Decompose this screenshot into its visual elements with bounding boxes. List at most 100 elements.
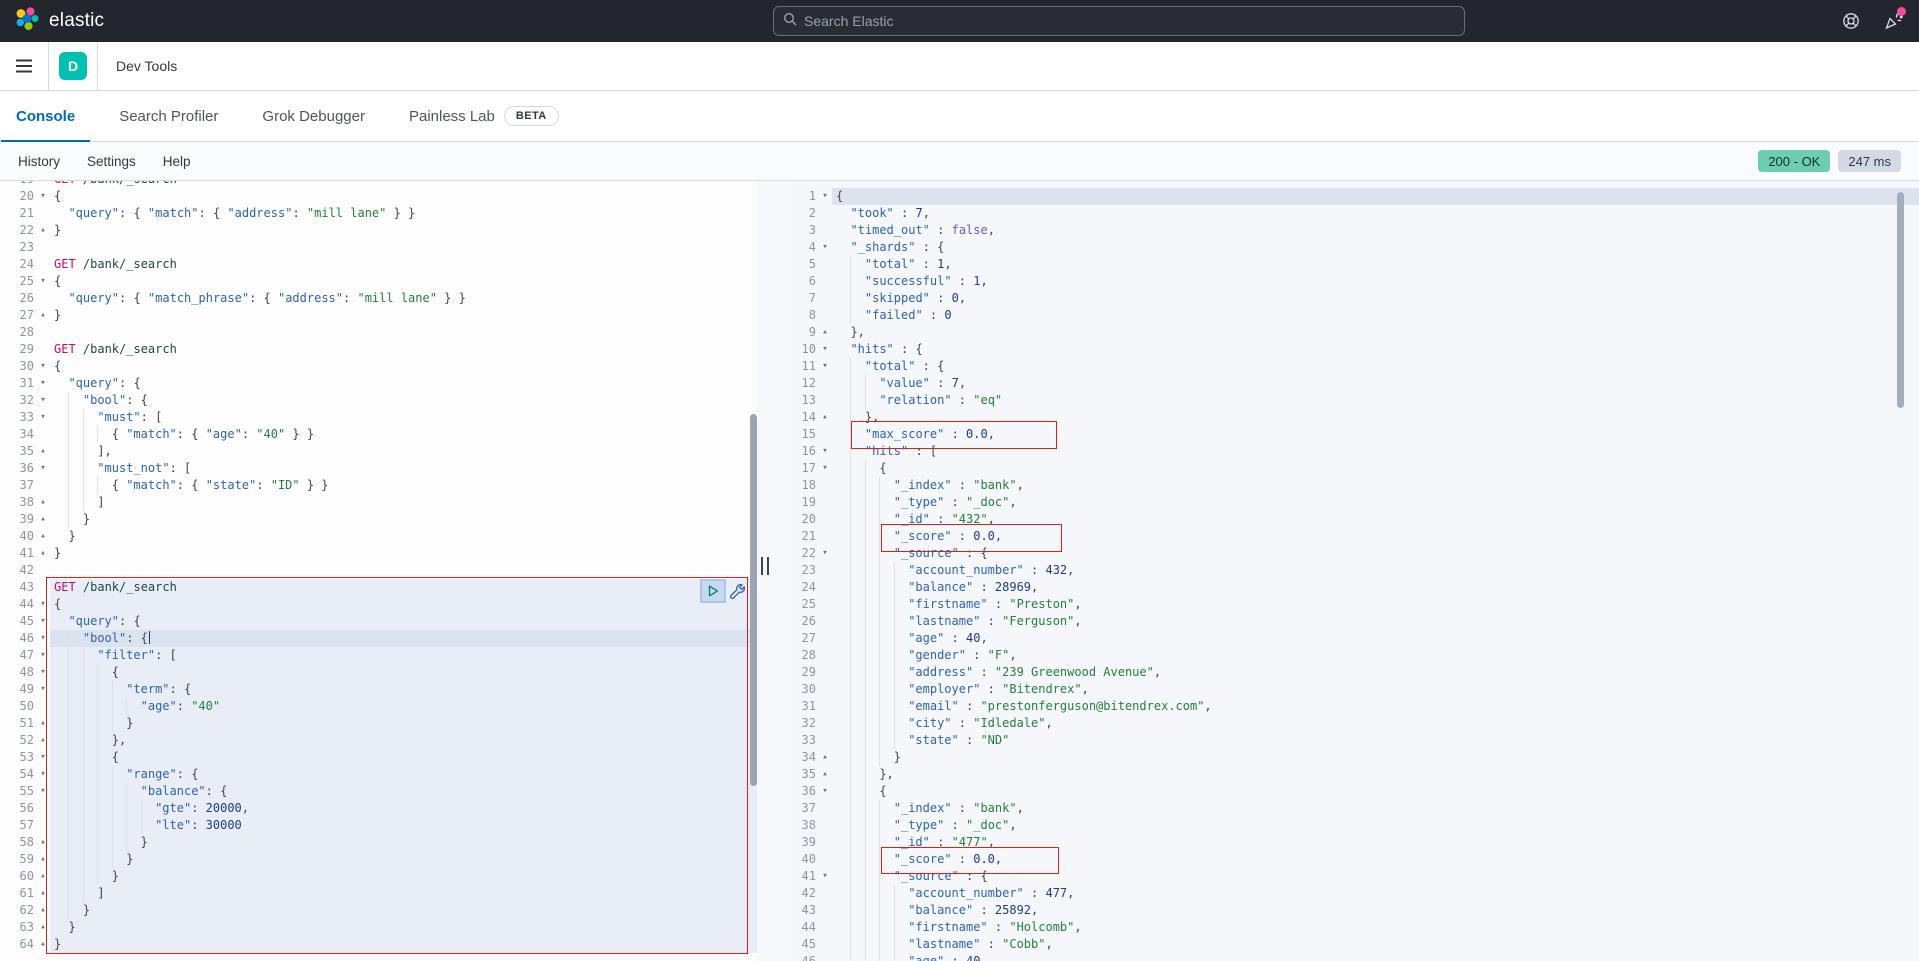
fold-close-icon[interactable]: ▴ bbox=[36, 919, 50, 936]
code-text[interactable]: "age" : 40, bbox=[832, 953, 1919, 961]
code-text[interactable]: "account_number" : 477, bbox=[832, 885, 1919, 902]
fold-open-icon[interactable]: ▾ bbox=[36, 358, 50, 375]
code-text[interactable]: } bbox=[50, 868, 757, 885]
code-text[interactable]: ], bbox=[50, 443, 757, 460]
code-text[interactable]: } bbox=[50, 834, 757, 851]
history-link[interactable]: History bbox=[18, 154, 60, 169]
code-text[interactable]: } bbox=[50, 902, 757, 919]
code-text[interactable]: "bool": { bbox=[50, 392, 757, 409]
code-text[interactable]: "city" : "Idledale", bbox=[832, 715, 1919, 732]
fold-close-icon[interactable]: ▴ bbox=[818, 749, 832, 766]
response-viewer[interactable]: 1▾{2 "took" : 7,3 "timed_out" : false,4▾… bbox=[790, 181, 1919, 961]
code-text[interactable]: "lastname" : "Cobb", bbox=[832, 936, 1919, 953]
request-scrollbar[interactable] bbox=[750, 414, 757, 786]
code-text[interactable]: }, bbox=[832, 409, 1919, 426]
code-text[interactable]: "relation" : "eq" bbox=[832, 392, 1919, 409]
fold-close-icon[interactable]: ▴ bbox=[36, 851, 50, 868]
code-text[interactable]: } bbox=[50, 936, 757, 953]
code-text[interactable]: { "match": { "state": "ID" } } bbox=[50, 477, 757, 494]
code-text[interactable] bbox=[50, 324, 757, 341]
fold-close-icon[interactable]: ▴ bbox=[36, 936, 50, 953]
code-text[interactable]: "firstname" : "Preston", bbox=[832, 596, 1919, 613]
tab-painless-lab[interactable]: Painless Lab BETA bbox=[394, 91, 574, 141]
code-text[interactable]: }, bbox=[832, 766, 1919, 783]
code-text[interactable]: "account_number" : 432, bbox=[832, 562, 1919, 579]
fold-close-icon[interactable]: ▴ bbox=[36, 868, 50, 885]
tab-search-profiler[interactable]: Search Profiler bbox=[104, 91, 233, 141]
code-text[interactable]: "term": { bbox=[50, 681, 757, 698]
code-text[interactable]: "hits" : { bbox=[832, 341, 1919, 358]
code-text[interactable]: "age": "40" bbox=[50, 698, 757, 715]
fold-open-icon[interactable]: ▾ bbox=[36, 375, 50, 392]
code-text[interactable]: "gte": 20000, bbox=[50, 800, 757, 817]
code-text[interactable]: "age" : 40, bbox=[832, 630, 1919, 647]
fold-open-icon[interactable]: ▾ bbox=[36, 647, 50, 664]
fold-open-icon[interactable]: ▾ bbox=[36, 749, 50, 766]
code-text[interactable]: }, bbox=[50, 732, 757, 749]
fold-close-icon[interactable]: ▴ bbox=[36, 511, 50, 528]
settings-link[interactable]: Settings bbox=[87, 154, 136, 169]
code-text[interactable]: { bbox=[50, 749, 757, 766]
code-text[interactable]: "range": { bbox=[50, 766, 757, 783]
code-text[interactable]: { bbox=[832, 188, 1919, 205]
fold-open-icon[interactable]: ▾ bbox=[36, 188, 50, 205]
code-text[interactable]: "_score" : 0.0, bbox=[832, 528, 1919, 545]
code-text[interactable]: }, bbox=[832, 324, 1919, 341]
code-text[interactable]: { bbox=[832, 460, 1919, 477]
fold-close-icon[interactable]: ▴ bbox=[36, 494, 50, 511]
code-text[interactable]: ] bbox=[50, 885, 757, 902]
fold-open-icon[interactable]: ▾ bbox=[818, 239, 832, 256]
code-text[interactable]: { bbox=[50, 596, 757, 613]
fold-open-icon[interactable]: ▾ bbox=[818, 460, 832, 477]
fold-open-icon[interactable]: ▾ bbox=[36, 630, 50, 647]
fold-close-icon[interactable]: ▴ bbox=[36, 545, 50, 562]
code-text[interactable]: "balance" : 25892, bbox=[832, 902, 1919, 919]
newsfeed-button[interactable] bbox=[1883, 11, 1903, 31]
code-text[interactable]: "skipped" : 0, bbox=[832, 290, 1919, 307]
code-text[interactable]: "_index" : "bank", bbox=[832, 477, 1919, 494]
code-text[interactable]: GET /bank/_search bbox=[50, 181, 757, 188]
request-editor[interactable]: 19GET /bank/_search20▾{21 "query": { "ma… bbox=[0, 181, 757, 961]
code-text[interactable]: "hits" : [ bbox=[832, 443, 1919, 460]
code-text[interactable]: { bbox=[832, 783, 1919, 800]
tab-grok-debugger[interactable]: Grok Debugger bbox=[247, 91, 380, 141]
fold-close-icon[interactable]: ▴ bbox=[36, 307, 50, 324]
code-text[interactable]: "value" : 7, bbox=[832, 375, 1919, 392]
code-text[interactable]: "must_not": [ bbox=[50, 460, 757, 477]
code-text[interactable]: "query": { "match_phrase": { "address": … bbox=[50, 290, 757, 307]
code-text[interactable]: "firstname" : "Holcomb", bbox=[832, 919, 1919, 936]
fold-close-icon[interactable]: ▴ bbox=[36, 834, 50, 851]
code-text[interactable]: "lastname" : "Ferguson", bbox=[832, 613, 1919, 630]
code-text[interactable]: } bbox=[50, 715, 757, 732]
fold-close-icon[interactable]: ▴ bbox=[36, 222, 50, 239]
code-text[interactable]: } bbox=[50, 511, 757, 528]
code-text[interactable]: "_shards" : { bbox=[832, 239, 1919, 256]
code-text[interactable]: GET /bank/_search bbox=[50, 256, 757, 273]
code-text[interactable]: { bbox=[50, 358, 757, 375]
fold-open-icon[interactable]: ▾ bbox=[36, 596, 50, 613]
fold-open-icon[interactable]: ▾ bbox=[36, 766, 50, 783]
code-text[interactable]: } bbox=[50, 307, 757, 324]
fold-close-icon[interactable]: ▴ bbox=[36, 528, 50, 545]
pane-resize-handle[interactable] bbox=[761, 557, 769, 575]
fold-open-icon[interactable]: ▾ bbox=[36, 392, 50, 409]
fold-open-icon[interactable]: ▾ bbox=[36, 613, 50, 630]
code-text[interactable]: "query": { "match": { "address": "mill l… bbox=[50, 205, 757, 222]
fold-close-icon[interactable]: ▴ bbox=[818, 324, 832, 341]
code-text[interactable]: "timed_out" : false, bbox=[832, 222, 1919, 239]
code-text[interactable]: "total" : 1, bbox=[832, 256, 1919, 273]
code-text[interactable]: "_index" : "bank", bbox=[832, 800, 1919, 817]
code-text[interactable]: } bbox=[50, 851, 757, 868]
brand[interactable]: elastic bbox=[14, 6, 104, 37]
code-text[interactable]: "must": [ bbox=[50, 409, 757, 426]
code-text[interactable]: "_type" : "_doc", bbox=[832, 817, 1919, 834]
code-text[interactable]: } bbox=[832, 749, 1919, 766]
code-text[interactable]: } bbox=[50, 545, 757, 562]
code-text[interactable]: "successful" : 1, bbox=[832, 273, 1919, 290]
code-text[interactable]: } bbox=[50, 528, 757, 545]
help-link[interactable]: Help bbox=[163, 154, 191, 169]
code-text[interactable]: "query": { bbox=[50, 613, 757, 630]
fold-open-icon[interactable]: ▾ bbox=[36, 409, 50, 426]
code-text[interactable]: "employer" : "Bitendrex", bbox=[832, 681, 1919, 698]
code-text[interactable]: } bbox=[50, 222, 757, 239]
